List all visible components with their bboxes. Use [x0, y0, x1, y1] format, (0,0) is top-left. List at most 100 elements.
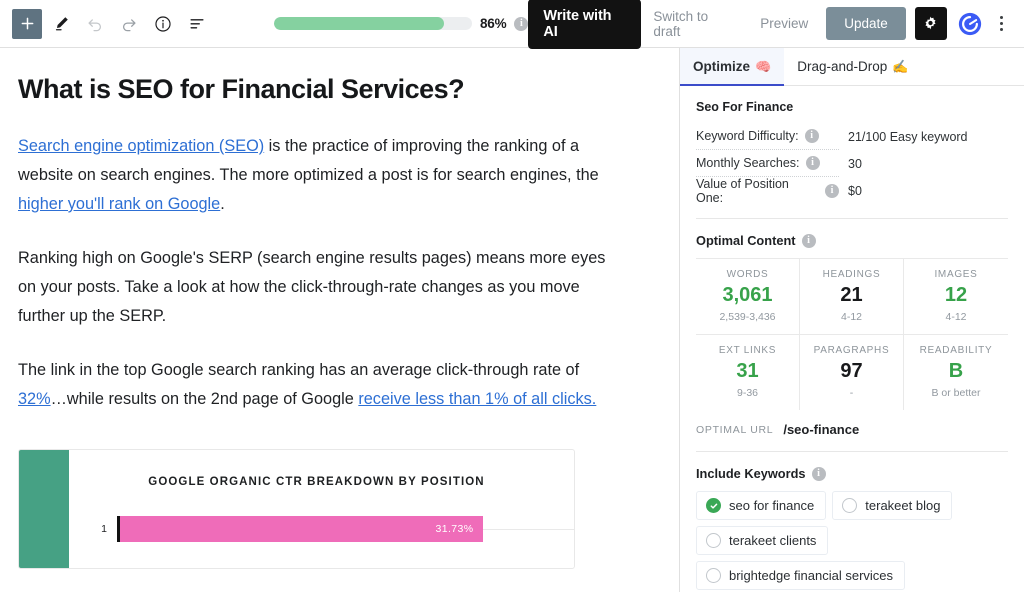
info-icon[interactable]: i	[825, 183, 839, 198]
info-circle-icon	[155, 15, 171, 32]
metric-images: IMAGES 12 4-12	[904, 259, 1008, 335]
metric-range: 4-12	[840, 311, 862, 323]
metric-label: HEADINGS	[822, 269, 881, 280]
info-icon[interactable]: i	[804, 129, 819, 143]
empty-circle-icon[interactable]	[706, 533, 721, 548]
toolbar-left-group	[12, 8, 212, 39]
sidebar-tabs: Optimize 🧠 Drag-and-Drop ✍️	[680, 48, 1024, 86]
inline-link[interactable]: receive less than 1% of all clicks.	[358, 390, 596, 408]
metric-readability: READABILITY B B or better	[904, 335, 1008, 410]
inline-link[interactable]: Search engine optimization (SEO)	[18, 137, 264, 155]
details-info-button[interactable]	[148, 9, 178, 39]
keyword-stat-label: Value of Position One:	[696, 176, 789, 205]
metric-label: IMAGES	[934, 269, 978, 280]
paragraph-text: .	[220, 195, 225, 213]
undo-button[interactable]	[80, 9, 110, 39]
preview-button[interactable]: Preview	[748, 8, 820, 39]
metric-paragraphs: PARAGRAPHS 97 -	[800, 335, 904, 410]
keyword-stat-label: Keyword Difficulty:	[696, 129, 799, 143]
metric-value: 21	[840, 284, 863, 306]
plugin-logo-button[interactable]	[956, 9, 985, 39]
document-outline-button[interactable]	[182, 9, 212, 39]
post-editor[interactable]: What is SEO for Financial Services? Sear…	[0, 48, 679, 592]
metric-ext-links: EXT LINKS 31 9-36	[696, 335, 800, 410]
seo-progress-group: 86% i	[274, 16, 529, 31]
include-keywords-list: seo for finance terakeet blog terakeet cli…	[680, 491, 1024, 592]
toolbar-right-group: Write with AI Switch to draft Preview Up…	[528, 0, 1014, 49]
chart-bar-value: 31.73%	[435, 523, 474, 535]
gear-icon	[925, 16, 936, 30]
info-icon[interactable]: i	[805, 156, 820, 170]
metric-range: B or better	[931, 387, 981, 399]
seo-sidebar: Optimize 🧠 Drag-and-Drop ✍️ Seo For Finance…	[679, 48, 1024, 592]
chart-bar[interactable]: 31.73%	[120, 516, 483, 542]
writing-hand-icon: ✍️	[892, 58, 909, 74]
app-root: 86% i Write with AI Switch to draft Prev…	[0, 0, 1024, 592]
optimal-content-heading: Optimal Content i	[680, 219, 1024, 258]
metric-range: 4-12	[945, 311, 967, 323]
optimal-content-title: Optimal Content	[696, 233, 796, 248]
kebab-dot	[999, 16, 1003, 19]
metric-value: 3,061	[722, 284, 773, 306]
seo-progress-label: 86%	[480, 16, 507, 31]
more-options-button[interactable]	[989, 9, 1014, 39]
keyword-stat-label-cell: Monthly Searches: i	[696, 150, 839, 177]
keyword-chip[interactable]: terakeet blog	[832, 491, 953, 520]
switch-to-draft-button[interactable]: Switch to draft	[641, 1, 748, 47]
keyword-chip[interactable]: brightedge financial services	[696, 561, 906, 590]
include-keywords-info-icon[interactable]: i	[811, 466, 826, 481]
tab-optimize[interactable]: Optimize 🧠	[680, 48, 785, 86]
seo-progress-bar[interactable]	[274, 17, 472, 30]
metric-range: 9-36	[736, 387, 758, 399]
post-title[interactable]: What is SEO for Financial Services?	[18, 74, 619, 105]
inline-link[interactable]: higher you'll rank on Google	[18, 195, 220, 213]
optimal-content-info-icon[interactable]: i	[801, 233, 816, 248]
metric-label: EXT LINKS	[718, 345, 777, 356]
paragraph[interactable]: Ranking high on Google's SERP (search en…	[18, 244, 619, 331]
keyword-stat-row: Monthly Searches: i 30	[696, 150, 1008, 177]
check-circle-icon[interactable]	[706, 498, 721, 513]
paragraph[interactable]: Search engine optimization (SEO) is the …	[18, 132, 619, 219]
keyword-group-title: Seo For Finance	[696, 100, 794, 114]
editor-content: What is SEO for Financial Services? Sear…	[0, 74, 679, 414]
brain-icon: 🧠	[755, 58, 772, 74]
keyword-chip-label: terakeet blog	[865, 498, 941, 513]
settings-button[interactable]	[914, 7, 947, 40]
progress-info-icon[interactable]: i	[514, 16, 529, 31]
chart-title: GOOGLE ORGANIC CTR BREAKDOWN BY POSITION	[148, 476, 485, 488]
keyword-chip-label: seo for finance	[729, 498, 815, 513]
tools-pencil-button[interactable]	[46, 9, 76, 39]
chart-plot-area: 31.73%	[117, 516, 574, 542]
include-keywords-heading: Include Keywords i	[680, 452, 1024, 491]
metric-label: READABILITY	[919, 345, 993, 356]
update-button[interactable]: Update	[826, 7, 906, 40]
metric-range: -	[849, 387, 854, 399]
keyword-stat-row: Keyword Difficulty: i 21/100 Easy keyword	[696, 123, 1008, 150]
sidebar-scroll: Seo For Finance Keyword Difficulty: i 21/1…	[680, 86, 1024, 592]
keyword-chip[interactable]: terakeet clients	[696, 526, 829, 555]
tab-label: Optimize	[693, 59, 751, 74]
metric-headings: HEADINGS 21 4-12	[800, 259, 904, 335]
keyword-stat-label: Monthly Searches:	[696, 156, 800, 170]
pencil-icon	[55, 17, 68, 31]
optimal-url-label: OPTIMAL URL	[696, 423, 774, 436]
ctr-chart-block[interactable]: GOOGLE ORGANIC CTR BREAKDOWN BY POSITION…	[18, 449, 575, 569]
empty-circle-icon[interactable]	[842, 498, 858, 513]
chart-body: GOOGLE ORGANIC CTR BREAKDOWN BY POSITION…	[69, 450, 574, 568]
keyword-stat-value: $0	[848, 183, 862, 198]
paragraph[interactable]: The link in the top Google search rankin…	[18, 356, 619, 414]
circular-refresh-logo-icon	[959, 12, 982, 35]
empty-circle-icon[interactable]	[706, 568, 721, 583]
chart-category-label: 1	[101, 523, 107, 535]
keyword-chip-label: terakeet clients	[729, 533, 817, 548]
add-block-button[interactable]	[12, 8, 42, 39]
inline-link[interactable]: 32%	[18, 390, 51, 408]
tab-label: Drag-and-Drop	[797, 59, 888, 74]
optimal-url-value[interactable]: /seo-finance	[783, 422, 859, 437]
redo-button[interactable]	[114, 9, 144, 39]
tab-drag-and-drop[interactable]: Drag-and-Drop ✍️	[784, 48, 921, 85]
keyword-chip-label: brightedge financial services	[729, 568, 894, 583]
keyword-chip[interactable]: seo for finance	[696, 491, 827, 520]
write-with-ai-button[interactable]: Write with AI	[528, 0, 642, 49]
seo-progress-fill	[274, 17, 445, 30]
